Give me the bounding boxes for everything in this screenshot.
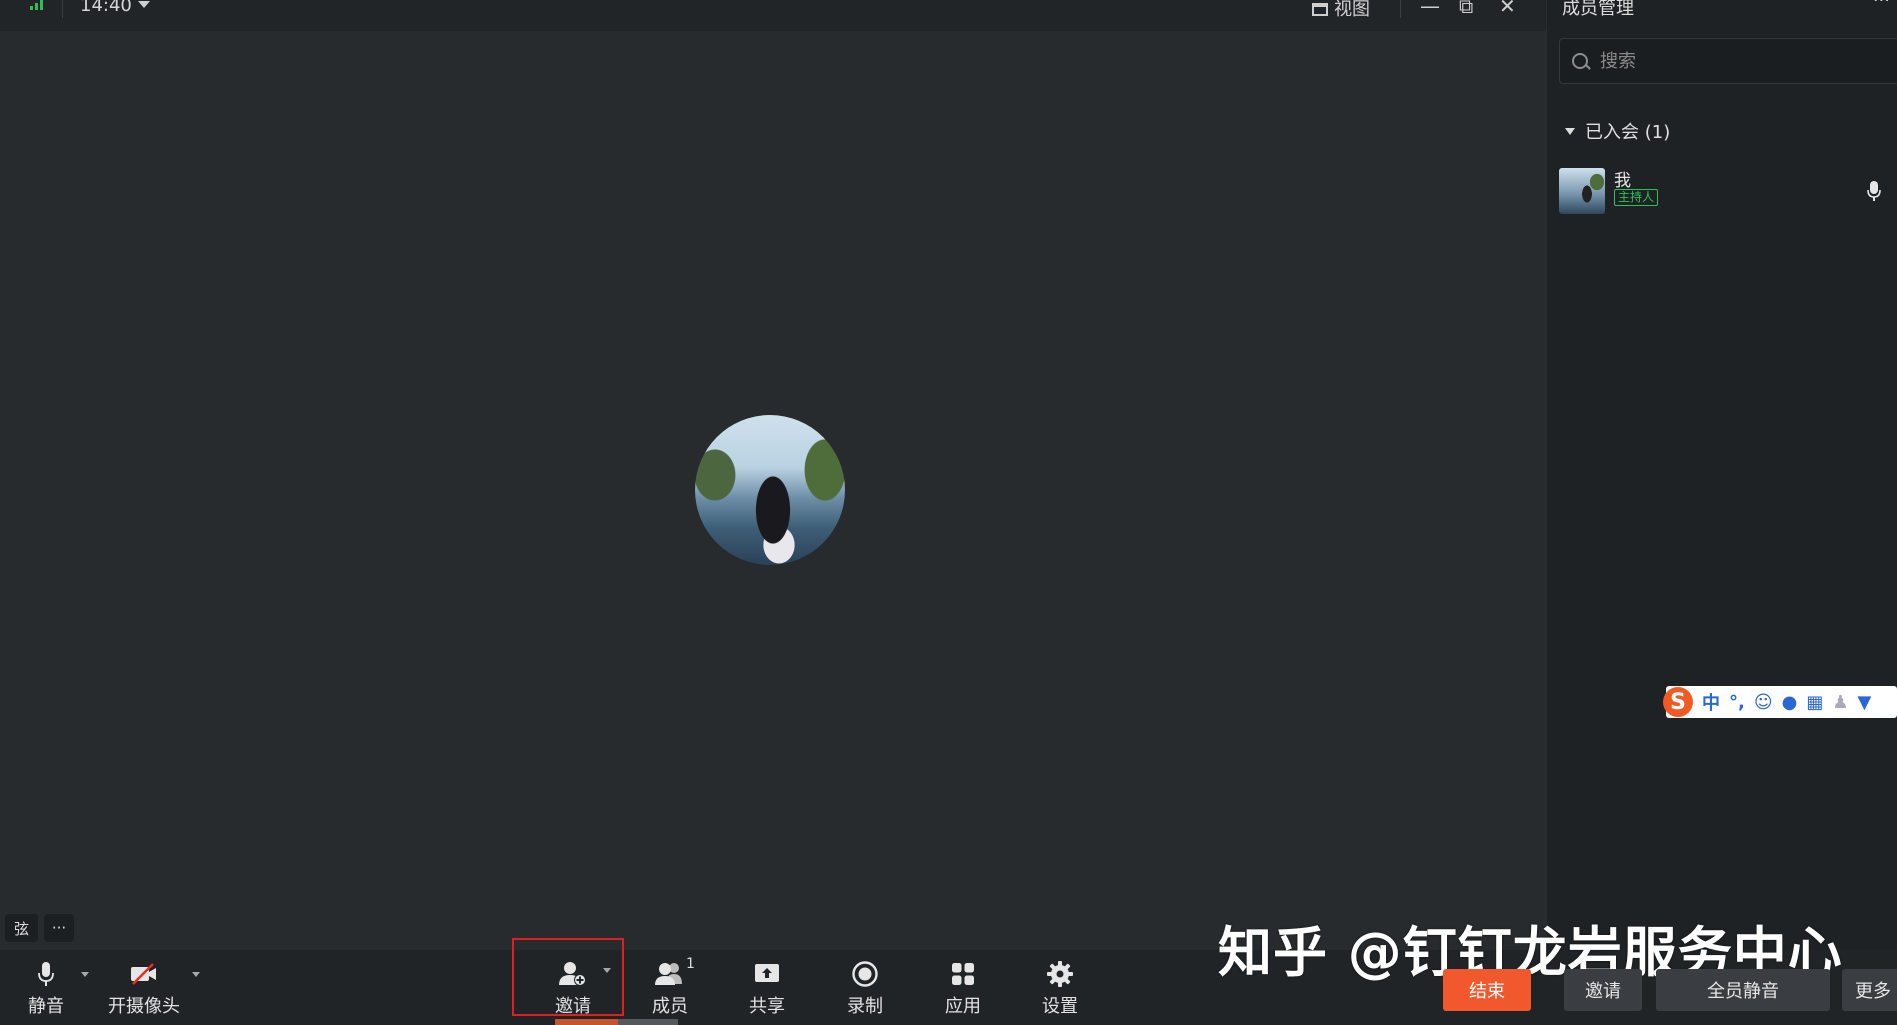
microphone-icon[interactable] — [1867, 181, 1881, 201]
mute-all-button[interactable]: 全员静音 — [1656, 969, 1830, 1011]
camera-button[interactable]: 开摄像头 — [108, 960, 200, 1018]
apps-grid-icon — [952, 963, 974, 985]
view-label: 视图 — [1334, 0, 1370, 20]
sogou-logo-icon: S — [1663, 687, 1693, 717]
close-icon[interactable]: ✕ — [1499, 0, 1516, 18]
end-meeting-button[interactable]: 结束 — [1443, 969, 1531, 1011]
divider — [1400, 0, 1401, 18]
mute-button[interactable]: 静音 — [28, 960, 89, 1018]
members-icon — [655, 963, 682, 985]
avatar — [1559, 168, 1605, 214]
member-panel: 成员管理 ··· 已入会 (1) 我 主持人 ·· — [1546, 0, 1897, 950]
settings-button[interactable]: 设置 — [1042, 960, 1078, 1018]
mute-label: 静音 — [28, 996, 64, 1017]
panel-title: 成员管理 — [1562, 0, 1634, 19]
group-label: 已入会 (1) — [1585, 122, 1671, 143]
member-count: 1 — [686, 956, 695, 972]
user-icon[interactable]: ♟ — [1832, 692, 1848, 713]
divider — [62, 0, 63, 18]
emoji-icon[interactable]: ☺ — [1754, 692, 1773, 713]
more-button[interactable]: 更多 — [1842, 969, 1897, 1011]
chevron-down-icon[interactable] — [192, 972, 200, 977]
record-button[interactable]: 录制 — [847, 960, 883, 1018]
panel-more-icon[interactable]: ··· — [1873, 0, 1890, 11]
tab-indicator — [618, 1019, 678, 1025]
camera-off-icon — [131, 963, 156, 985]
invite-panel-button[interactable]: 邀请 — [1564, 969, 1642, 1011]
share-screen-icon — [755, 964, 779, 982]
gear-icon — [1047, 961, 1073, 987]
member-search[interactable] — [1559, 38, 1897, 84]
record-icon — [852, 961, 878, 987]
chevron-down-icon[interactable] — [138, 1, 150, 8]
camera-label: 开摄像头 — [108, 996, 180, 1017]
keyboard-icon[interactable]: ▦ — [1806, 692, 1823, 713]
restore-icon[interactable]: ⧉ — [1459, 0, 1473, 18]
ime-punct[interactable]: °, — [1729, 692, 1745, 713]
participant-avatar — [695, 415, 845, 565]
title-bar: 14:40 视图 — ⧉ ✕ — [0, 0, 1546, 31]
settings-label: 设置 — [1042, 996, 1078, 1017]
chevron-down-icon[interactable] — [81, 972, 89, 977]
self-name-badge: 弦 — [5, 914, 38, 942]
microphone-icon — [38, 962, 54, 986]
signal-icon — [30, 0, 43, 10]
share-button[interactable]: 共享 — [749, 960, 785, 1018]
share-label: 共享 — [749, 996, 785, 1017]
record-label: 录制 — [847, 996, 883, 1017]
joined-group-header[interactable]: 已入会 (1) — [1565, 118, 1670, 144]
skin-icon[interactable]: ▼ — [1857, 692, 1871, 713]
search-input[interactable] — [1598, 47, 1892, 75]
host-badge: 主持人 — [1614, 189, 1659, 206]
view-button[interactable]: 视图 — [1312, 0, 1370, 21]
search-icon — [1572, 53, 1588, 69]
more-options-button[interactable]: ··· — [44, 914, 74, 942]
voice-icon[interactable]: ● — [1782, 692, 1798, 713]
ime-mode[interactable]: 中 — [1702, 689, 1720, 715]
chevron-down-icon — [1565, 127, 1575, 135]
minimize-icon[interactable]: — — [1420, 0, 1440, 18]
meeting-time: 14:40 — [80, 0, 132, 16]
members-label: 成员 — [652, 996, 688, 1017]
tab-indicator-active — [555, 1019, 618, 1025]
apps-label: 应用 — [945, 996, 981, 1017]
meeting-stage: 14:40 视图 — ⧉ ✕ 弦 ··· — [0, 0, 1546, 1025]
member-name: 我 — [1614, 171, 1631, 191]
ime-toolbar[interactable]: S 中 °, ☺ ● ▦ ♟ ▼ — [1663, 686, 1897, 718]
apps-button[interactable]: 应用 — [945, 960, 981, 1018]
grid-view-icon — [1312, 2, 1328, 16]
invite-highlight-box — [512, 938, 624, 1016]
members-button[interactable]: 1 成员 — [652, 956, 695, 1018]
member-row[interactable]: 我 主持人 ·· — [1559, 166, 1897, 214]
